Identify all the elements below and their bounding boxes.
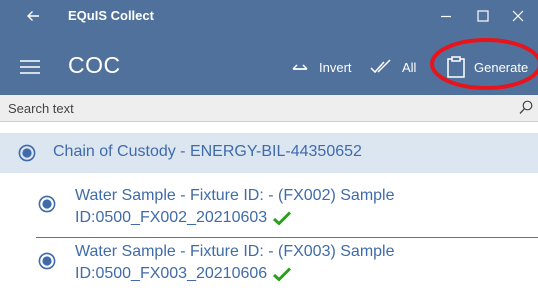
close-icon[interactable] bbox=[510, 8, 526, 24]
swap-arrows-icon bbox=[292, 64, 308, 70]
radio-selected-icon[interactable] bbox=[18, 144, 36, 162]
select-all-button[interactable]: All bbox=[370, 54, 416, 80]
checkmark-icon bbox=[273, 267, 292, 281]
coc-header-row[interactable]: Chain of Custody - ENERGY-BIL-44350652 bbox=[0, 133, 538, 173]
invert-label: Invert bbox=[319, 59, 352, 75]
clipboard-icon bbox=[447, 56, 465, 78]
search-icon[interactable] bbox=[519, 100, 533, 115]
search-bar bbox=[0, 95, 538, 122]
divider bbox=[36, 237, 538, 238]
radio-selected-icon[interactable] bbox=[38, 252, 56, 270]
sample-id: ID:0500_FX002_20210603 bbox=[75, 209, 268, 226]
sample-id: ID:0500_FX003_20210606 bbox=[75, 265, 268, 282]
sample-id-line: ID:0500_FX002_20210603 bbox=[75, 209, 292, 227]
search-input[interactable] bbox=[0, 95, 500, 121]
sample-id-line: ID:0500_FX003_20210606 bbox=[75, 265, 292, 283]
generate-button[interactable]: Generate bbox=[446, 54, 528, 80]
sample-description: Water Sample - Fixture ID: - (FX003) Sam… bbox=[75, 243, 395, 260]
checkmark-icon bbox=[273, 211, 292, 225]
invert-button[interactable]: Invert bbox=[289, 54, 352, 80]
list-item[interactable]: Water Sample - Fixture ID: - (FX003) Sam… bbox=[0, 239, 538, 291]
sample-description: Water Sample - Fixture ID: - (FX002) Sam… bbox=[75, 187, 395, 204]
page-title: COC bbox=[68, 52, 121, 78]
minimize-icon[interactable] bbox=[438, 8, 454, 24]
radio-selected-icon[interactable] bbox=[38, 195, 56, 213]
coc-label: Chain of Custody - ENERGY-BIL-44350652 bbox=[53, 143, 362, 160]
window-title: EQuIS Collect bbox=[68, 8, 154, 23]
back-arrow-icon[interactable] bbox=[25, 8, 41, 24]
list-item[interactable]: Water Sample - Fixture ID: - (FX002) Sam… bbox=[0, 183, 538, 235]
generate-label: Generate bbox=[474, 59, 529, 75]
hamburger-menu-icon[interactable] bbox=[18, 57, 42, 77]
all-label: All bbox=[402, 59, 417, 75]
app-toolbar: COC Invert All Generate bbox=[0, 40, 538, 95]
window-titlebar: EQuIS Collect bbox=[0, 0, 538, 40]
maximize-icon[interactable] bbox=[475, 8, 491, 24]
double-check-icon bbox=[370, 59, 391, 74]
